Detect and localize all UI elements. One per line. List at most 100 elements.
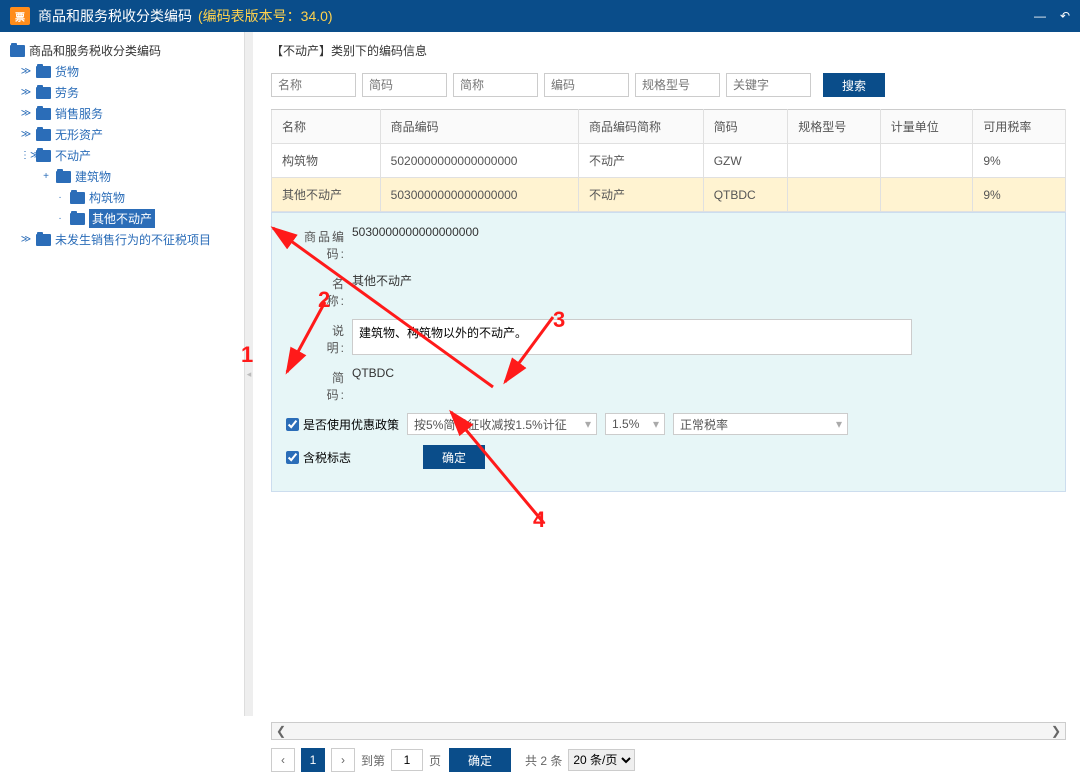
detail-name-value: 其他不动产 [352,272,412,289]
tree-item-label: 劳务 [55,84,79,101]
table-cell: 其他不动产 [272,178,381,212]
toggle-icon: · [54,192,66,203]
table-cell [788,178,881,212]
breadcrumb: 【不动产】类别下的编码信息 [271,42,1080,59]
tree-item-label: 货物 [55,63,79,80]
column-header[interactable]: 商品编码 [380,110,578,144]
tree-root[interactable]: 商品和服务税收分类编码 [6,40,238,61]
category-tree: 商品和服务税收分类编码 ≫ 货物 ≫ 劳务 ≫ 销售服务 ≫ 无形资产 ⋮≫ 不动产 +建筑物 · 构筑… [0,32,245,716]
toggle-icon: ⋮≫ [20,150,32,161]
back-icon[interactable]: ↶ [1060,9,1070,23]
toggle-icon: · [54,213,66,224]
normal-rate-select[interactable]: 正常税率 [673,413,848,435]
tree-item[interactable]: ⋮≫ 不动产 [6,145,238,166]
content-panel: 【不动产】类别下的编码信息 搜索 名称商品编码商品编码简称简码规格型号计量单位可… [253,32,1080,716]
detail-panel: 商品编码: 5030000000000000000 名 称: 其他不动产 说 明… [271,212,1066,492]
folder-icon [36,66,51,78]
annotation-num-4: 4 [533,507,545,533]
filter-code[interactable] [544,73,629,97]
table-row[interactable]: 其他不动产5030000000000000000不动产QTBDC9% [272,178,1066,212]
folder-icon [36,129,51,141]
table-cell [880,144,973,178]
taxflag-checkbox[interactable] [286,451,299,464]
horizontal-scrollbar[interactable]: ❮ ❯ [271,722,1066,740]
pager-goto-label: 到第 [361,752,385,769]
tree-item[interactable]: ≫ 无形资产 [6,124,238,145]
filter-keyword[interactable] [726,73,811,97]
pager-page-1[interactable]: 1 [301,748,325,772]
results-table: 名称商品编码商品编码简称简码规格型号计量单位可用税率 构筑物5020000000… [271,109,1066,212]
table-cell [880,178,973,212]
toggle-icon: ≫ [20,234,32,245]
folder-icon [36,234,51,246]
titlebar: 票 商品和服务税收分类编码 (编码表版本号：34.0) — ↶ [0,0,1080,32]
detail-code-value: 5030000000000000000 [352,225,479,239]
pager-next[interactable]: › [331,748,355,772]
tree-item-label: 建筑物 [75,168,111,185]
pager-size-select[interactable]: 20 条/页 [568,749,635,771]
column-header[interactable]: 计量单位 [880,110,973,144]
column-header[interactable]: 可用税率 [973,110,1066,144]
column-header[interactable]: 名称 [272,110,381,144]
tree-item[interactable]: ≫ 销售服务 [6,103,238,124]
splitter[interactable]: ◂ [245,32,253,716]
tree-item-label: 不动产 [55,147,91,164]
detail-name-label: 名 称: [286,272,346,309]
folder-icon [36,150,51,162]
version-label: (编码表版本号：34.0) [198,6,333,26]
search-button[interactable]: 搜索 [823,73,885,97]
toggle-icon: ≫ [20,87,32,98]
policy-checkbox[interactable] [286,418,299,431]
pager-ok-button[interactable]: 确定 [449,748,511,772]
table-cell: 5020000000000000000 [380,144,578,178]
tree-item-label: 未发生销售行为的不征税项目 [55,231,211,248]
tree-item-label: 销售服务 [55,105,103,122]
filter-shortcode[interactable] [362,73,447,97]
column-header[interactable]: 规格型号 [788,110,881,144]
policy-select[interactable]: 按5%简易征收减按1.5%计征 [407,413,597,435]
pager-total: 共 2 条 [525,752,562,769]
tree-item[interactable]: · 构筑物 [6,187,238,208]
table-cell: 不动产 [578,178,703,212]
toggle-icon: ≫ [20,66,32,77]
tree-item[interactable]: ≫ 货物 [6,61,238,82]
filter-spec[interactable] [635,73,720,97]
tree-item-label: 构筑物 [89,189,125,206]
folder-icon [10,45,25,57]
tree-item[interactable]: +建筑物 [6,166,238,187]
folder-icon [36,108,51,120]
table-row[interactable]: 构筑物5020000000000000000不动产GZW9% [272,144,1066,178]
folder-icon [70,192,85,204]
scroll-left-icon[interactable]: ❮ [276,724,286,738]
filter-shortname[interactable] [453,73,538,97]
tree-item[interactable]: ≫ 劳务 [6,82,238,103]
pager-prev[interactable]: ‹ [271,748,295,772]
detail-desc-input[interactable]: 建筑物、构筑物以外的不动产。 [352,319,912,355]
app-logo: 票 [10,7,30,25]
folder-icon [70,213,85,225]
tree-item-label: 无形资产 [55,126,103,143]
column-header[interactable]: 商品编码简称 [578,110,703,144]
pager-goto-input[interactable] [391,749,423,771]
tree-item[interactable]: ·其他不动产 [6,208,238,229]
tree-item[interactable]: ≫ 未发生销售行为的不征税项目 [6,229,238,250]
scroll-right-icon[interactable]: ❯ [1051,724,1061,738]
folder-icon [36,87,51,99]
policy-label: 是否使用优惠政策 [303,416,399,433]
rate-select[interactable]: 1.5% [605,413,665,435]
folder-icon [56,171,71,183]
table-cell: 9% [973,178,1066,212]
filter-name[interactable] [271,73,356,97]
filter-bar: 搜索 [271,73,1080,97]
detail-code-label: 商品编码: [286,225,346,262]
table-cell: QTBDC [703,178,788,212]
tree-root-label: 商品和服务税收分类编码 [29,42,161,59]
taxflag-label: 含税标志 [303,449,351,466]
minimize-icon[interactable]: — [1034,9,1046,23]
detail-desc-label: 说 明: [286,319,346,356]
toggle-icon: ≫ [20,129,32,140]
confirm-button[interactable]: 确定 [423,445,485,469]
table-cell: 9% [973,144,1066,178]
toggle-icon: ≫ [20,108,32,119]
column-header[interactable]: 简码 [703,110,788,144]
